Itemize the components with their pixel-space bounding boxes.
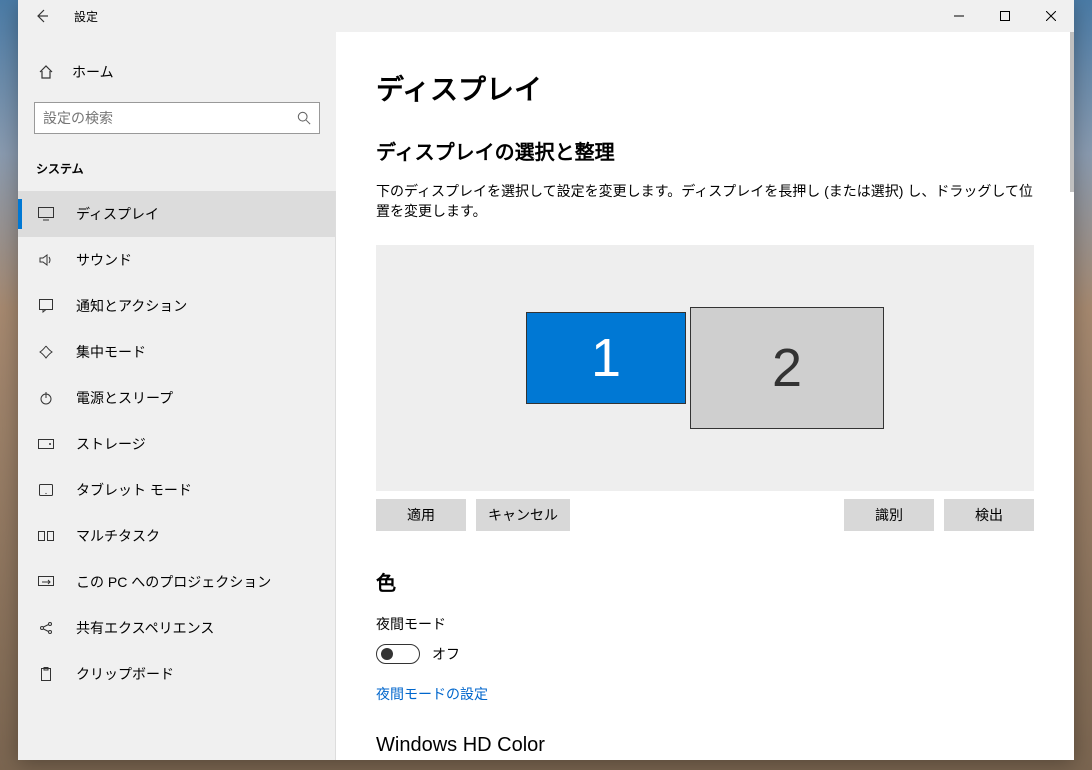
night-mode-label: 夜間モード [376,614,1034,634]
sidebar-item-sound[interactable]: サウンド [18,237,335,283]
settings-window: 設定 ホーム システム [18,0,1074,760]
sidebar-item-storage[interactable]: ストレージ [18,421,335,467]
nav-label: 集中モード [76,342,146,362]
home-button[interactable]: ホーム [18,52,336,92]
search-input[interactable] [43,110,297,126]
arrange-section-desc: 下のディスプレイを選択して設定を変更します。ディスプレイを長押し (または選択)… [376,181,1034,221]
scrollbar-thumb[interactable] [1070,32,1074,192]
focus-icon [36,345,56,359]
sidebar-item-focus[interactable]: 集中モード [18,329,335,375]
maximize-button[interactable] [982,0,1028,32]
monitor-1[interactable]: 1 [526,312,686,404]
power-icon [36,391,56,405]
nav-label: サウンド [76,250,132,270]
sidebar-item-power[interactable]: 電源とスリープ [18,375,335,421]
nav-label: この PC へのプロジェクション [76,572,271,592]
night-mode-toggle-row: オフ [376,644,1034,664]
identify-button[interactable]: 識別 [844,499,934,531]
nav-label: 通知とアクション [76,296,187,316]
nav-label: ストレージ [76,434,146,454]
maximize-icon [1000,11,1010,21]
nav-label: マルチタスク [76,526,160,546]
sidebar-item-share[interactable]: 共有エクスペリエンス [18,605,335,651]
search-box[interactable] [34,102,320,134]
close-icon [1046,11,1056,21]
sidebar: ホーム システム ディスプレイ サウンド [18,32,336,760]
page-title: ディスプレイ [376,68,1034,108]
home-icon [36,64,56,80]
sidebar-group-label: システム [18,152,336,191]
content-area[interactable]: ディスプレイ ディスプレイの選択と整理 下のディスプレイを選択して設定を変更しま… [336,32,1074,760]
sidebar-item-notifications[interactable]: 通知とアクション [18,283,335,329]
minimize-icon [954,11,964,21]
sidebar-item-tablet[interactable]: タブレット モード [18,467,335,513]
nav-list: ディスプレイ サウンド 通知とアクション 集中モード 電源とスリープ [18,191,336,760]
night-mode-toggle[interactable] [376,644,420,664]
back-button[interactable] [18,0,66,32]
tablet-icon [36,484,56,496]
sidebar-item-display[interactable]: ディスプレイ [18,191,335,237]
monitor-2[interactable]: 2 [690,307,884,429]
nav-label: 共有エクスペリエンス [76,618,214,638]
night-mode-settings-link[interactable]: 夜間モードの設定 [376,684,488,704]
minimize-button[interactable] [936,0,982,32]
search-icon [297,111,311,125]
color-section-title: 色 [376,567,1034,596]
nav-label: タブレット モード [76,480,192,500]
apply-button[interactable]: 適用 [376,499,466,531]
sidebar-item-multitask[interactable]: マルチタスク [18,513,335,559]
detect-button[interactable]: 検出 [944,499,1034,531]
toggle-thumb [381,648,393,660]
sidebar-item-projection[interactable]: この PC へのプロジェクション [18,559,335,605]
arrange-section-title: ディスプレイの選択と整理 [376,136,1034,165]
notification-icon [36,299,56,313]
nav-label: ディスプレイ [76,204,159,224]
night-mode-state: オフ [432,644,460,664]
back-arrow-icon [34,8,50,24]
arrange-button-row: 適用 キャンセル 識別 検出 [376,499,1034,531]
body: ホーム システム ディスプレイ サウンド [18,32,1074,760]
hd-color-title: Windows HD Color [376,734,1034,757]
nav-label: 電源とスリープ [76,388,173,408]
sidebar-item-clipboard[interactable]: クリップボード [18,651,335,697]
window-title: 設定 [74,8,98,25]
storage-icon [36,439,56,449]
nav-label: クリップボード [76,664,174,684]
cancel-button[interactable]: キャンセル [476,499,570,531]
clipboard-icon [36,667,56,681]
projection-icon [36,576,56,588]
display-arrangement-canvas[interactable]: 1 2 [376,245,1034,491]
titlebar: 設定 [18,0,1074,32]
sound-icon [36,252,56,268]
multitask-icon [36,531,56,541]
close-button[interactable] [1028,0,1074,32]
display-icon [36,207,56,221]
home-label: ホーム [72,62,114,82]
share-icon [36,621,56,635]
